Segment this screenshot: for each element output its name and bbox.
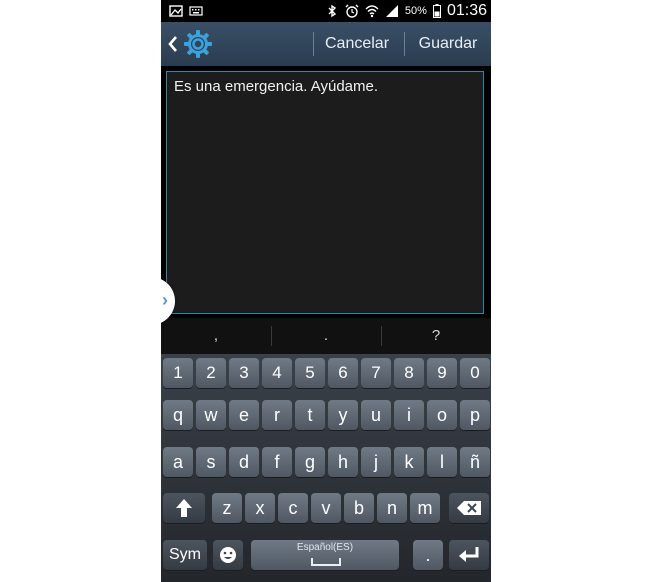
suggestion-question[interactable]: ? (381, 318, 491, 354)
key-k[interactable]: k (394, 447, 424, 477)
key-f[interactable]: f (262, 447, 292, 477)
key-h[interactable]: h (328, 447, 358, 477)
key-8[interactable]: 8 (394, 358, 424, 388)
backspace-icon (457, 501, 481, 515)
key-1[interactable]: 1 (163, 358, 193, 388)
key-c[interactable]: c (278, 493, 308, 523)
sym-key[interactable]: Sym (163, 540, 207, 570)
space-language-label: Español(ES) (296, 542, 354, 553)
key-n[interactable]: n (377, 493, 407, 523)
action-bar-divider (404, 32, 405, 56)
key-j[interactable]: j (361, 447, 391, 477)
period-key[interactable]: . (413, 540, 443, 570)
key-p[interactable]: p (460, 400, 490, 430)
key-w[interactable]: w (196, 400, 226, 430)
cancel-button[interactable]: Cancelar (317, 22, 397, 66)
suggestion-comma[interactable]: , (161, 318, 271, 354)
key-x[interactable]: x (245, 493, 275, 523)
shift-key[interactable] (163, 493, 205, 523)
key-o[interactable]: o (427, 400, 457, 430)
settings-gear-icon (184, 30, 212, 58)
key-y[interactable]: y (328, 400, 358, 430)
clock: 01:36 (446, 2, 487, 19)
key-b[interactable]: b (344, 493, 374, 523)
key-s[interactable]: s (196, 447, 226, 477)
key-a[interactable]: a (163, 447, 193, 477)
battery-percent: 50% (404, 5, 427, 17)
backspace-key[interactable] (449, 493, 489, 523)
key-n-tilde[interactable]: ñ (460, 447, 490, 477)
bluetooth-icon (328, 4, 337, 18)
gallery-notification-icon (169, 5, 183, 17)
key-i[interactable]: i (394, 400, 424, 430)
key-v[interactable]: v (311, 493, 341, 523)
suggestion-period[interactable]: . (271, 318, 381, 354)
back-button[interactable] (167, 30, 223, 58)
phone-screen: 50% 01:36 Cancelar Guardar Es una emerge… (161, 0, 491, 582)
key-9[interactable]: 9 (427, 358, 457, 388)
action-bar: Cancelar Guardar (161, 22, 491, 67)
enter-key[interactable] (449, 540, 489, 570)
save-button[interactable]: Guardar (409, 22, 487, 66)
key-e[interactable]: e (229, 400, 259, 430)
space-bar-icon (311, 558, 341, 566)
key-0[interactable]: 0 (460, 358, 490, 388)
shift-arrow-icon (176, 499, 192, 517)
keyboard: 1 2 3 4 5 6 7 8 9 0 q w e r t y u i o p … (161, 354, 491, 582)
keyboard-notification-icon (189, 6, 203, 16)
key-4[interactable]: 4 (262, 358, 292, 388)
enter-arrow-icon (459, 547, 479, 562)
action-bar-divider (313, 32, 314, 56)
key-l[interactable]: l (427, 447, 457, 477)
emoji-key[interactable] (213, 540, 243, 570)
key-r[interactable]: r (262, 400, 292, 430)
key-d[interactable]: d (229, 447, 259, 477)
chevron-left-icon (168, 36, 177, 52)
status-bar: 50% 01:36 (161, 0, 491, 22)
space-key[interactable]: Español(ES) (251, 540, 399, 570)
key-3[interactable]: 3 (229, 358, 259, 388)
signal-icon (385, 5, 398, 17)
key-7[interactable]: 7 (361, 358, 391, 388)
wifi-icon (365, 5, 379, 18)
key-5[interactable]: 5 (295, 358, 325, 388)
key-g[interactable]: g (295, 447, 325, 477)
alarm-icon (345, 4, 359, 18)
key-m[interactable]: m (410, 493, 440, 523)
key-2[interactable]: 2 (196, 358, 226, 388)
message-text-field[interactable]: Es una emergencia. Ayúdame. (166, 71, 484, 314)
editor-area: Es una emergencia. Ayúdame. (161, 66, 491, 318)
key-z[interactable]: z (212, 493, 242, 523)
key-u[interactable]: u (361, 400, 391, 430)
battery-icon (432, 4, 441, 18)
chevron-right-icon: › (162, 290, 168, 310)
smiley-icon (220, 547, 236, 563)
key-t[interactable]: t (295, 400, 325, 430)
suggestion-bar: , . ? (161, 318, 491, 354)
key-q[interactable]: q (163, 400, 193, 430)
key-6[interactable]: 6 (328, 358, 358, 388)
